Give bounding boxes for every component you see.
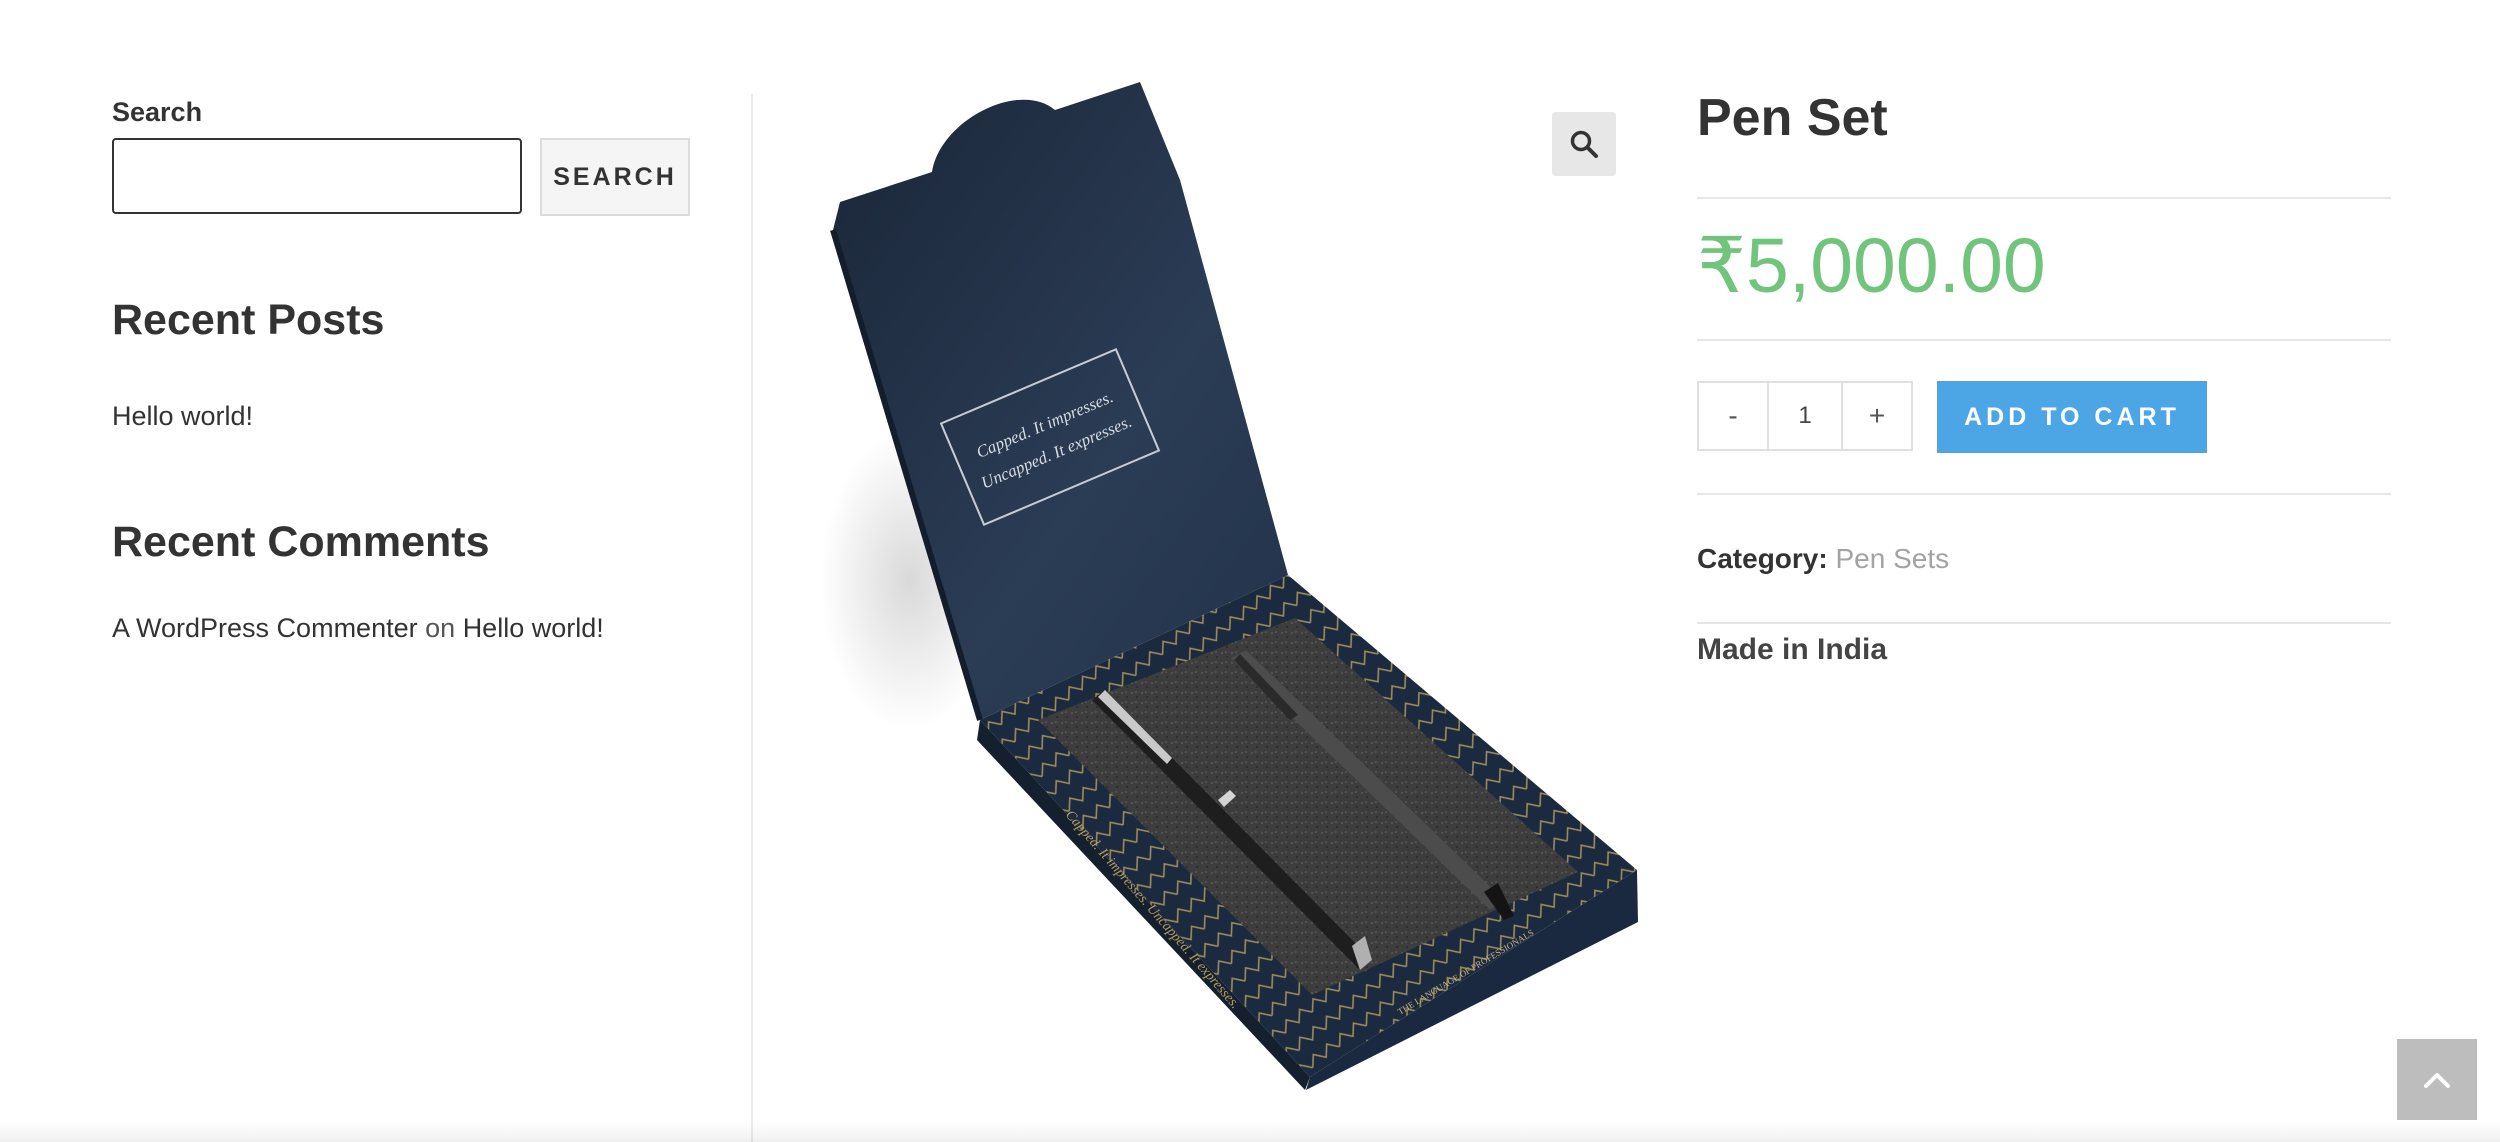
recent-posts-heading: Recent Posts bbox=[112, 296, 385, 344]
add-to-cart-button[interactable]: ADD TO CART bbox=[1937, 381, 2207, 453]
product-price: ₹5,000.00 bbox=[1697, 223, 2046, 309]
divider-line bbox=[1697, 493, 2391, 495]
search-button[interactable]: SEARCH bbox=[540, 138, 690, 216]
scroll-to-top-button[interactable] bbox=[2397, 1039, 2477, 1120]
zoom-button[interactable] bbox=[1552, 112, 1616, 176]
quantity-input[interactable] bbox=[1769, 381, 1841, 451]
magnifier-icon bbox=[1570, 130, 1598, 158]
search-input[interactable] bbox=[112, 138, 522, 214]
quantity-increment-button[interactable]: + bbox=[1841, 381, 1913, 451]
made-in-text: Made in India bbox=[1697, 633, 1888, 666]
product-category: Category: Pen Sets bbox=[1697, 543, 1949, 575]
search-label: Search bbox=[112, 97, 203, 127]
quantity-decrement-button[interactable]: - bbox=[1697, 381, 1769, 451]
divider-line bbox=[1697, 339, 2391, 341]
product-image[interactable]: Capped. It impresses. Uncapped. It expre… bbox=[800, 80, 1650, 1090]
product-title: Pen Set bbox=[1697, 89, 1888, 147]
comment-author-link[interactable]: A WordPress Commenter bbox=[112, 613, 418, 643]
divider-line bbox=[1697, 622, 2391, 624]
recent-post-link[interactable]: Hello world! bbox=[112, 401, 253, 432]
comment-connector: on bbox=[425, 613, 456, 643]
chevron-up-icon bbox=[2424, 1072, 2450, 1088]
page-bottom-shadow bbox=[0, 1122, 2500, 1142]
divider-line bbox=[1697, 197, 2391, 199]
comment-post-link[interactable]: Hello world! bbox=[463, 613, 604, 643]
category-link[interactable]: Pen Sets bbox=[1835, 543, 1949, 574]
recent-comments-heading: Recent Comments bbox=[112, 518, 490, 566]
category-label: Category: bbox=[1697, 543, 1828, 574]
sidebar-divider bbox=[751, 94, 753, 1142]
quantity-stepper: - + bbox=[1697, 381, 1913, 451]
recent-comment-item: A WordPress Commenter on Hello world! bbox=[112, 613, 604, 644]
